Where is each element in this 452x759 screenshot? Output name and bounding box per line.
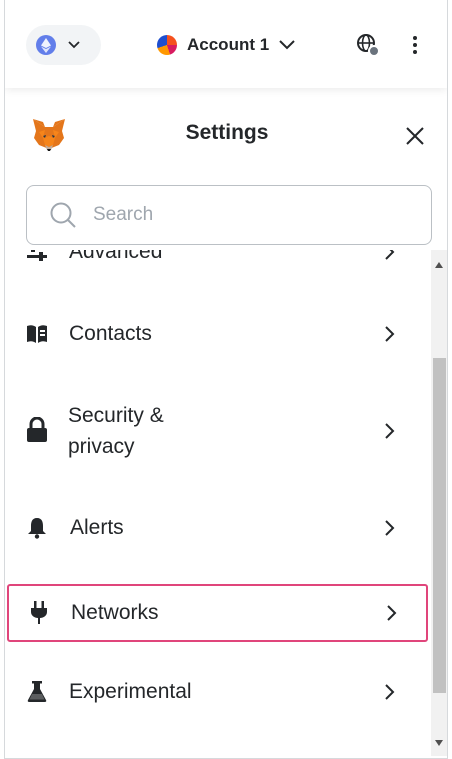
network-selector[interactable]: [26, 25, 101, 65]
scrollbar[interactable]: [431, 250, 447, 756]
chevron-right-icon: [387, 605, 397, 621]
bell-icon: [25, 516, 49, 540]
settings-item-label: Alerts: [70, 516, 124, 539]
account-name: Account 1: [187, 35, 270, 54]
settings-list: Advanced Contacts Security & privacy Ale…: [5, 250, 430, 758]
chevron-right-icon: [385, 250, 395, 260]
close-icon[interactable]: [403, 124, 427, 148]
settings-item-label: Contacts: [69, 322, 152, 345]
chevron-right-icon: [385, 423, 395, 439]
settings-item-experimental[interactable]: Experimental: [5, 668, 430, 716]
lock-icon: [25, 417, 49, 442]
scroll-up-arrow-icon[interactable]: [435, 262, 443, 268]
settings-item-label: Experimental: [69, 680, 192, 703]
kebab-menu-icon[interactable]: [405, 33, 425, 57]
settings-item-advanced[interactable]: Advanced: [5, 250, 430, 274]
settings-item-label: Advanced: [69, 250, 163, 263]
ethereum-icon: [36, 35, 56, 55]
globe-icon[interactable]: [356, 33, 380, 57]
settings-popup: Account 1 Settings Search Advanced Conta…: [4, 0, 448, 759]
account-avatar: [157, 35, 177, 55]
search-box: [26, 185, 432, 245]
chevron-down-icon: [68, 41, 80, 49]
settings-item-contacts[interactable]: Contacts: [5, 310, 430, 358]
settings-item-label: Networks: [71, 601, 159, 624]
scrollbar-thumb[interactable]: [433, 358, 446, 693]
settings-item-label: Security & privacy: [68, 404, 164, 458]
chevron-right-icon: [385, 520, 395, 536]
top-bar: Account 1: [5, 0, 447, 88]
sliders-icon: [25, 250, 49, 264]
chevron-right-icon: [385, 684, 395, 700]
address-book-icon: [25, 322, 49, 346]
page-title: Settings: [185, 121, 269, 144]
settings-item-networks[interactable]: Networks: [7, 584, 428, 642]
flask-icon: [25, 680, 49, 704]
plug-icon: [27, 601, 51, 625]
account-menu-button[interactable]: Account 1: [157, 30, 295, 60]
settings-item-alerts[interactable]: Alerts: [5, 504, 430, 552]
chevron-down-icon: [279, 40, 295, 50]
search-input[interactable]: [93, 204, 393, 226]
scroll-down-arrow-icon[interactable]: [435, 740, 443, 746]
search-icon: [50, 202, 76, 228]
settings-item-security[interactable]: Security & privacy: [5, 398, 430, 466]
chevron-right-icon: [385, 326, 395, 342]
